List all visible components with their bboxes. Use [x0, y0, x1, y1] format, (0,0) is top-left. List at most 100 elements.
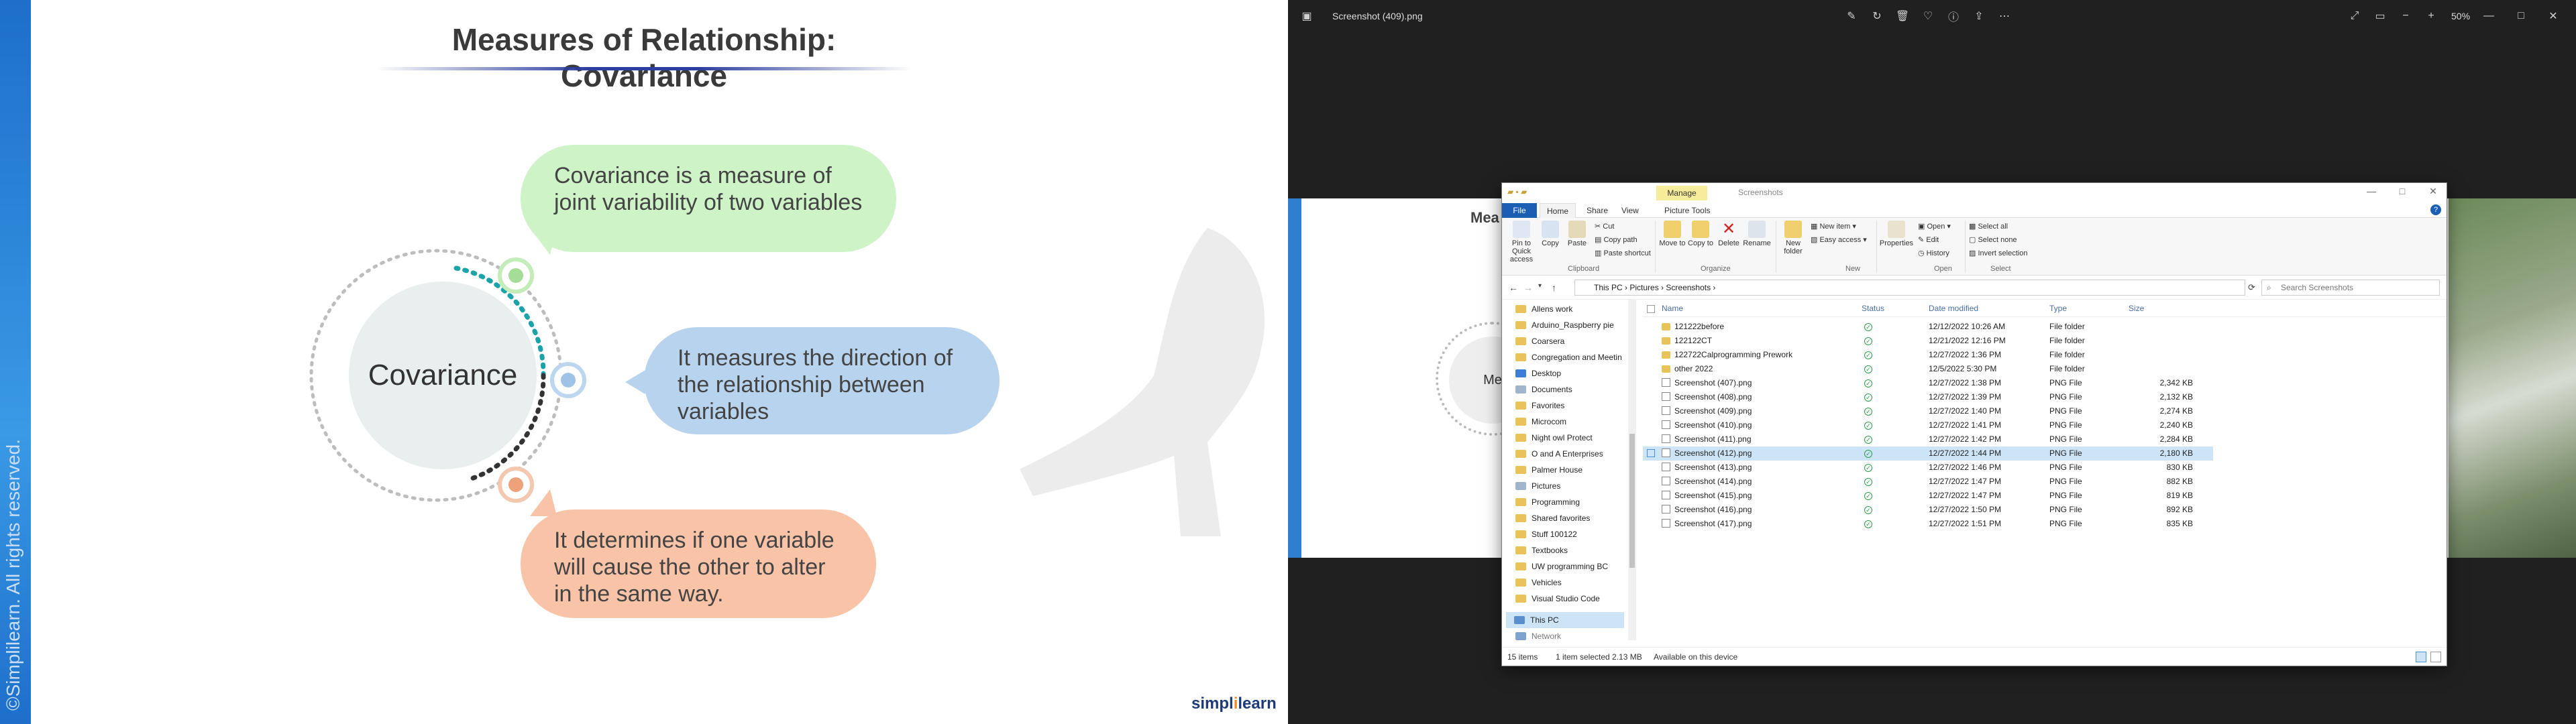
col-name[interactable]: Name: [1662, 304, 1683, 313]
nav-item[interactable]: Textbooks: [1515, 542, 1568, 558]
col-size[interactable]: Size: [2129, 304, 2144, 313]
file-row[interactable]: other 2022 ✓ 12/5/2022 5:30 PM File folder: [1643, 362, 2213, 376]
nav-item[interactable]: Coarsera: [1515, 333, 1564, 349]
nav-item[interactable]: O and A Enterprises: [1515, 446, 1603, 462]
row-checkbox[interactable]: [1647, 491, 1655, 499]
col-status[interactable]: Status: [1862, 304, 1884, 313]
invert-selection-button[interactable]: ▨ Invert selection: [1969, 249, 2027, 257]
breadcrumb-this-pc[interactable]: This PC: [1594, 283, 1623, 292]
favorite-icon[interactable]: ♡: [1921, 9, 1935, 23]
gallery-icon[interactable]: ▣: [1300, 9, 1313, 23]
nav-item[interactable]: Night owl Protect: [1515, 430, 1593, 446]
share-icon[interactable]: ⇪: [1972, 9, 1986, 23]
address-bar[interactable]: This PC › Pictures › Screenshots ›: [1574, 280, 2245, 296]
details-view-icon[interactable]: [2416, 652, 2426, 662]
close-icon[interactable]: ✕: [2546, 9, 2560, 23]
row-checkbox[interactable]: [1647, 449, 1655, 457]
row-checkbox[interactable]: [1647, 477, 1655, 485]
breadcrumb-screenshots[interactable]: Screenshots: [1666, 283, 1711, 292]
row-checkbox[interactable]: [1647, 435, 1655, 443]
zoom-out-icon[interactable]: −: [2399, 9, 2412, 23]
select-none-button[interactable]: ▢ Select none: [1969, 235, 2017, 244]
row-checkbox[interactable]: [1647, 463, 1655, 471]
nav-item-network[interactable]: Network: [1515, 628, 1561, 640]
copy-path-button[interactable]: ▤ Copy path: [1595, 235, 1638, 244]
large-icons-view-icon[interactable]: [2430, 652, 2441, 662]
manage-tab[interactable]: Manage: [1656, 186, 1707, 200]
edit-button[interactable]: ✎ Edit: [1918, 235, 1939, 244]
file-row[interactable]: Screenshot (411).png ✓ 12/27/2022 1:42 PM P…: [1643, 432, 2213, 446]
new-folder-button[interactable]: New folder: [1780, 221, 1807, 255]
row-checkbox[interactable]: [1647, 407, 1655, 415]
fullscreen-icon[interactable]: ⤢: [2348, 9, 2361, 23]
tab-picture-tools[interactable]: Picture Tools: [1658, 203, 1717, 218]
tab-view[interactable]: View: [1615, 203, 1646, 218]
paste-shortcut-button[interactable]: ▥ Paste shortcut: [1595, 249, 1651, 257]
forward-icon[interactable]: →: [1523, 282, 1533, 293]
help-icon[interactable]: ?: [2430, 204, 2441, 215]
minimize-button[interactable]: —: [2358, 186, 2385, 199]
tab-share[interactable]: Share: [1580, 203, 1615, 218]
nav-item[interactable]: Microcom: [1515, 414, 1566, 430]
maximize-icon[interactable]: □: [2514, 9, 2528, 23]
row-checkbox[interactable]: [1647, 393, 1655, 401]
cut-button[interactable]: ✂ Cut: [1595, 222, 1614, 231]
file-row[interactable]: 122722Calprogramming Prework ✓ 12/27/2022 …: [1643, 348, 2213, 362]
fit-icon[interactable]: ▭: [2373, 9, 2387, 23]
open-button[interactable]: ▣ Open ▾: [1918, 222, 1951, 231]
delete-icon[interactable]: 🗑: [1896, 9, 1909, 23]
info-icon[interactable]: ⓘ: [1947, 9, 1960, 23]
nav-item[interactable]: Stuff 100122: [1515, 526, 1577, 542]
nav-item[interactable]: Pictures: [1515, 478, 1560, 494]
file-row[interactable]: Screenshot (409).png ✓ 12/27/2022 1:40 PM P…: [1643, 404, 2213, 418]
row-checkbox[interactable]: [1647, 379, 1655, 387]
nav-item[interactable]: Palmer House: [1515, 462, 1582, 478]
nav-item[interactable]: Documents: [1515, 381, 1572, 398]
col-type[interactable]: Type: [2049, 304, 2067, 313]
file-row[interactable]: Screenshot (407).png ✓ 12/27/2022 1:38 PM P…: [1643, 376, 2213, 390]
nav-scrollbar[interactable]: [1628, 300, 1636, 640]
file-row[interactable]: Screenshot (416).png ✓ 12/27/2022 1:50 PM P…: [1643, 503, 2213, 517]
file-row[interactable]: 121222before ✓ 12/12/2022 10:26 AM File fol…: [1643, 320, 2213, 334]
file-row[interactable]: Screenshot (412).png ✓ 12/27/2022 1:44 PM P…: [1643, 446, 2213, 461]
row-checkbox[interactable]: [1647, 322, 1655, 330]
col-date-modified[interactable]: Date modified: [1929, 304, 1978, 313]
select-all-checkbox[interactable]: [1647, 305, 1655, 313]
paste-button[interactable]: Paste: [1564, 221, 1591, 247]
nav-item[interactable]: Favorites: [1515, 398, 1564, 414]
zoom-in-icon[interactable]: +: [2424, 9, 2438, 23]
nav-scroll-thumb[interactable]: [1629, 434, 1635, 568]
row-checkbox[interactable]: [1647, 520, 1655, 528]
easy-access-button[interactable]: ▧ Easy access ▾: [1811, 235, 1867, 244]
row-checkbox[interactable]: [1647, 505, 1655, 514]
file-row[interactable]: Screenshot (413).png ✓ 12/27/2022 1:46 PM P…: [1643, 461, 2213, 475]
recent-locations-icon[interactable]: ▾: [1538, 282, 1542, 290]
nav-item[interactable]: Allens work: [1515, 301, 1572, 317]
copy-button[interactable]: Copy: [1538, 221, 1562, 247]
pin-quick-access-button[interactable]: Pin to Quick access: [1506, 221, 1537, 263]
history-button[interactable]: ◷ History: [1918, 249, 1949, 257]
minimize-icon[interactable]: —: [2482, 9, 2496, 23]
nav-item[interactable]: Visual Studio Code: [1515, 591, 1600, 607]
rotate-icon[interactable]: ↻: [1870, 9, 1884, 23]
nav-item[interactable]: Programming: [1515, 494, 1580, 510]
row-checkbox[interactable]: [1647, 421, 1655, 429]
move-to-button[interactable]: Move to: [1659, 221, 1686, 247]
select-all-button[interactable]: ▩ Select all: [1969, 222, 2008, 231]
close-button[interactable]: ✕: [2420, 186, 2447, 199]
file-row[interactable]: 122122CT ✓ 12/21/2022 12:16 PM File folder: [1643, 334, 2213, 348]
tab-file[interactable]: File: [1502, 203, 1537, 218]
breadcrumb-pictures[interactable]: Pictures: [1629, 283, 1658, 292]
quick-access-toolbar[interactable]: ▰ ▪ ▰: [1507, 187, 1554, 196]
file-row[interactable]: Screenshot (408).png ✓ 12/27/2022 1:39 PM P…: [1643, 390, 2213, 404]
copy-to-button[interactable]: Copy to: [1687, 221, 1714, 247]
back-icon[interactable]: ←: [1509, 282, 1518, 293]
row-checkbox[interactable]: [1647, 351, 1655, 359]
row-checkbox[interactable]: [1647, 365, 1655, 373]
edit-image-icon[interactable]: ✎: [1845, 9, 1858, 23]
nav-item[interactable]: Congregation and Meetin: [1515, 349, 1622, 365]
nav-item[interactable]: Arduino_Raspberry pie: [1515, 317, 1614, 333]
nav-item[interactable]: Shared favorites: [1515, 510, 1590, 526]
more-options-icon[interactable]: ⋯: [1998, 9, 2011, 23]
up-icon[interactable]: ↑: [1552, 282, 1556, 293]
